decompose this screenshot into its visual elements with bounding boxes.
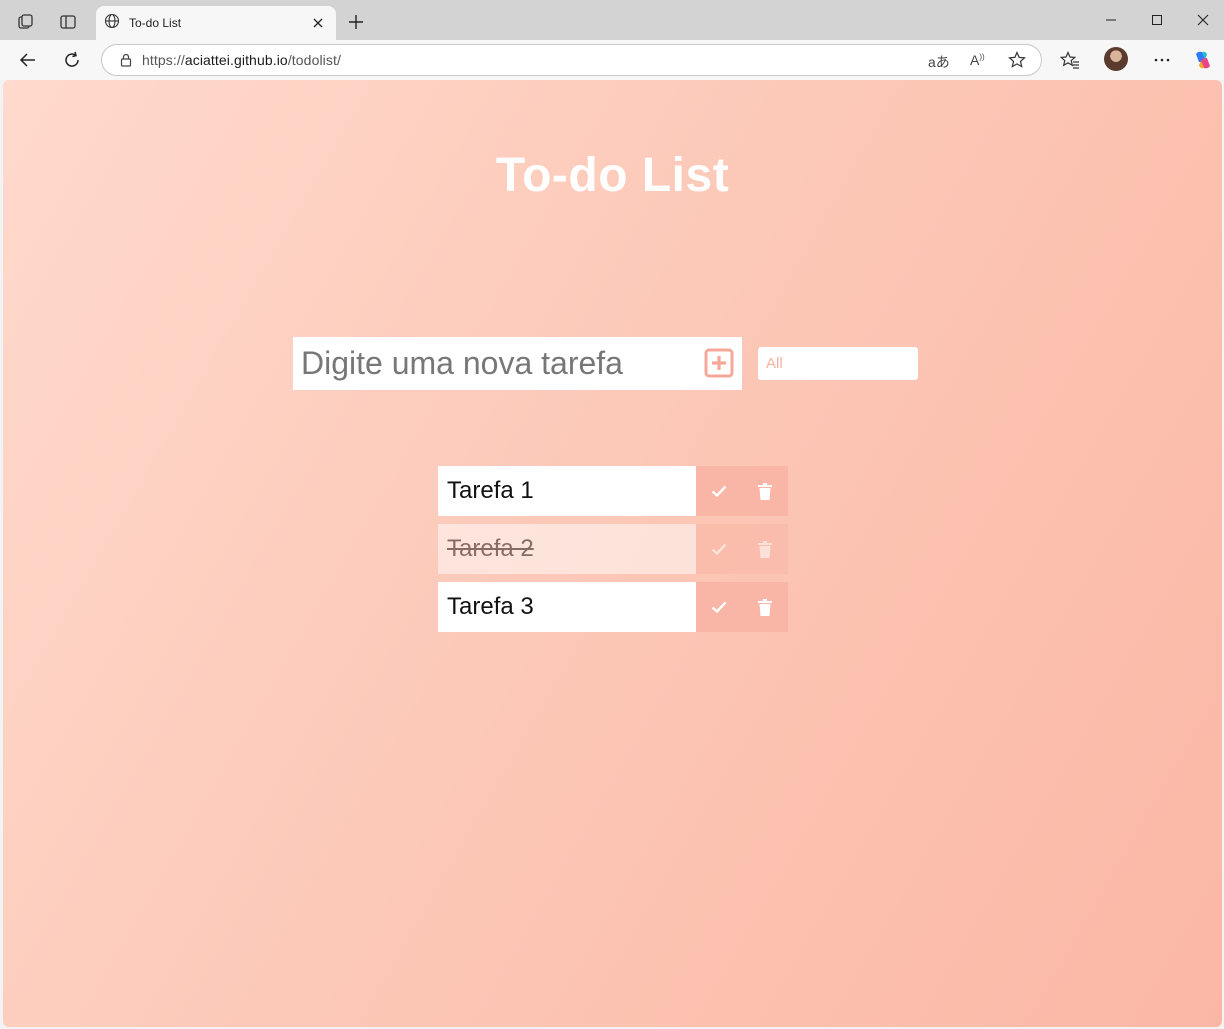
new-tab-icon[interactable] — [344, 10, 368, 34]
lock-icon[interactable] — [119, 53, 133, 67]
favorites-icon[interactable] — [1058, 48, 1082, 72]
delete-button[interactable] — [742, 524, 788, 574]
tab-title: To-do List — [129, 16, 182, 30]
todo-actions — [696, 524, 788, 574]
favorite-star-icon[interactable] — [1008, 51, 1026, 74]
todo-item: Tarefa 3 — [438, 582, 788, 632]
read-aloud-icon[interactable]: A)) — [970, 52, 985, 68]
delete-button[interactable] — [742, 466, 788, 516]
trash-icon — [758, 598, 772, 616]
plus-square-icon — [704, 348, 734, 378]
todo-actions — [696, 466, 788, 516]
filter-select[interactable]: All — [758, 347, 918, 380]
todo-list: Tarefa 1 Tarefa 2 Tarefa 3 — [438, 466, 788, 640]
close-icon[interactable] — [308, 13, 328, 33]
complete-button[interactable] — [696, 466, 742, 516]
tab-todo-list[interactable]: To-do List — [96, 6, 336, 40]
page-title: To-do List — [495, 149, 730, 202]
todo-text: Tarefa 2 — [438, 524, 696, 574]
new-task-input[interactable] — [293, 338, 693, 389]
complete-button[interactable] — [696, 582, 742, 632]
browser-tab-bar: To-do List — [0, 0, 1224, 40]
refresh-icon[interactable] — [60, 48, 84, 72]
add-task-button[interactable] — [704, 348, 734, 378]
tab-actions-icon[interactable] — [56, 10, 80, 34]
browser-toolbar: https://aciattei.github.io/todolist/ aあ … — [0, 40, 1224, 80]
todo-text: Tarefa 1 — [438, 466, 696, 516]
check-icon — [711, 485, 727, 497]
window-close-icon[interactable] — [1180, 0, 1224, 40]
delete-button[interactable] — [742, 582, 788, 632]
translate-icon[interactable]: aあ — [928, 52, 950, 72]
check-icon — [711, 543, 727, 555]
page-viewport: To-do List All Tarefa 1 Tarefa 2 — [3, 80, 1222, 1027]
globe-icon — [104, 13, 120, 34]
workspaces-icon[interactable] — [14, 10, 38, 34]
new-task-form — [293, 337, 742, 390]
complete-button[interactable] — [696, 524, 742, 574]
back-arrow-icon[interactable] — [16, 48, 40, 72]
trash-icon — [758, 540, 772, 558]
check-icon — [711, 601, 727, 613]
address-bar[interactable]: https://aciattei.github.io/todolist/ aあ … — [101, 44, 1042, 76]
maximize-icon[interactable] — [1134, 0, 1180, 40]
todo-actions — [696, 582, 788, 632]
todo-item-completed: Tarefa 2 — [438, 524, 788, 574]
trash-icon — [758, 482, 772, 500]
todo-text: Tarefa 3 — [438, 582, 696, 632]
url-text: https://aciattei.github.io/todolist/ — [142, 52, 341, 68]
minimize-icon[interactable] — [1088, 0, 1134, 40]
copilot-icon[interactable] — [1191, 48, 1215, 72]
profile-avatar[interactable] — [1104, 47, 1128, 71]
more-options-icon[interactable] — [1150, 48, 1174, 72]
todo-item: Tarefa 1 — [438, 466, 788, 516]
